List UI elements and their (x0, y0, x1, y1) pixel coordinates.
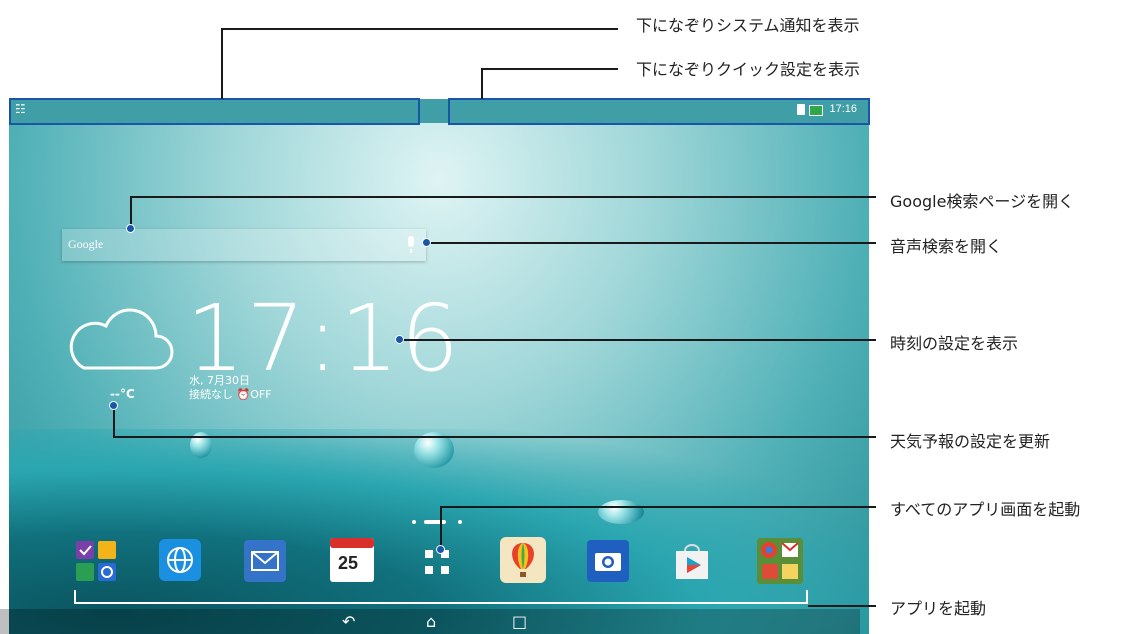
mic-icon[interactable] (408, 236, 414, 253)
alarm-line: 接続なし ⏰OFF (189, 388, 272, 402)
clock-date: 水, 7月30日 (189, 374, 250, 387)
back-icon[interactable]: ↶ (342, 612, 355, 631)
callout-dot (422, 238, 431, 247)
callout-notifications: 下になぞりシステム通知を表示 (636, 16, 860, 35)
recent-apps-icon[interactable]: □ (512, 612, 527, 631)
play-store-icon[interactable] (670, 539, 714, 583)
callout-line (481, 68, 618, 70)
weather-temp[interactable]: --°C (110, 387, 135, 401)
home-icon[interactable]: ⌂ (426, 612, 436, 631)
alarm-state: OFF (250, 388, 272, 401)
browser-icon[interactable] (159, 539, 201, 581)
callout-dot (436, 545, 445, 554)
callout-line (426, 242, 876, 244)
callout-all-apps: すべてのアプリ画面を起動 (890, 500, 1081, 519)
clock-date-block: 水, 7月30日 接続なし ⏰OFF (189, 374, 272, 402)
callout-dot (126, 224, 135, 233)
calendar-day: 25 (338, 553, 359, 573)
app-folder-icon[interactable] (74, 539, 118, 583)
callout-dot (109, 401, 118, 410)
callout-launch-apps: アプリを起動 (890, 599, 987, 618)
hot-air-balloon-icon[interactable] (500, 537, 546, 583)
email-icon[interactable] (244, 540, 286, 582)
notification-area-highlight (9, 98, 420, 125)
alarm-status: 接続なし (189, 388, 233, 401)
camera-icon[interactable] (587, 540, 629, 582)
callout-line (440, 506, 442, 550)
callout-line (481, 68, 483, 99)
quick-settings-area-highlight (448, 98, 870, 125)
callout-google-search: Google検索ページを開く (890, 192, 1075, 211)
callout-line (221, 28, 223, 99)
callout-line (221, 28, 618, 30)
callout-voice-search: 音声検索を開く (890, 237, 1003, 256)
callout-line (440, 506, 876, 508)
callout-quick-settings: 下になぞりクイック設定を表示 (636, 60, 861, 79)
callout-line (808, 605, 876, 607)
callout-line (399, 339, 876, 341)
callout-line (130, 196, 876, 198)
callout-weather: 天気予報の設定を更新 (890, 432, 1051, 451)
page-indicator (412, 520, 462, 524)
dock-highlight (74, 590, 808, 604)
google-search-bar[interactable]: Google (62, 229, 426, 261)
callout-dot (395, 335, 404, 344)
callout-time-settings: 時刻の設定を表示 (890, 334, 1019, 353)
cloud-icon[interactable] (64, 304, 174, 374)
alarm-clock-icon: ⏰ (236, 388, 251, 401)
callout-line (113, 436, 876, 438)
google-label: Google (68, 237, 104, 251)
water-drop (598, 500, 644, 524)
google-apps-folder-icon[interactable] (757, 538, 803, 584)
